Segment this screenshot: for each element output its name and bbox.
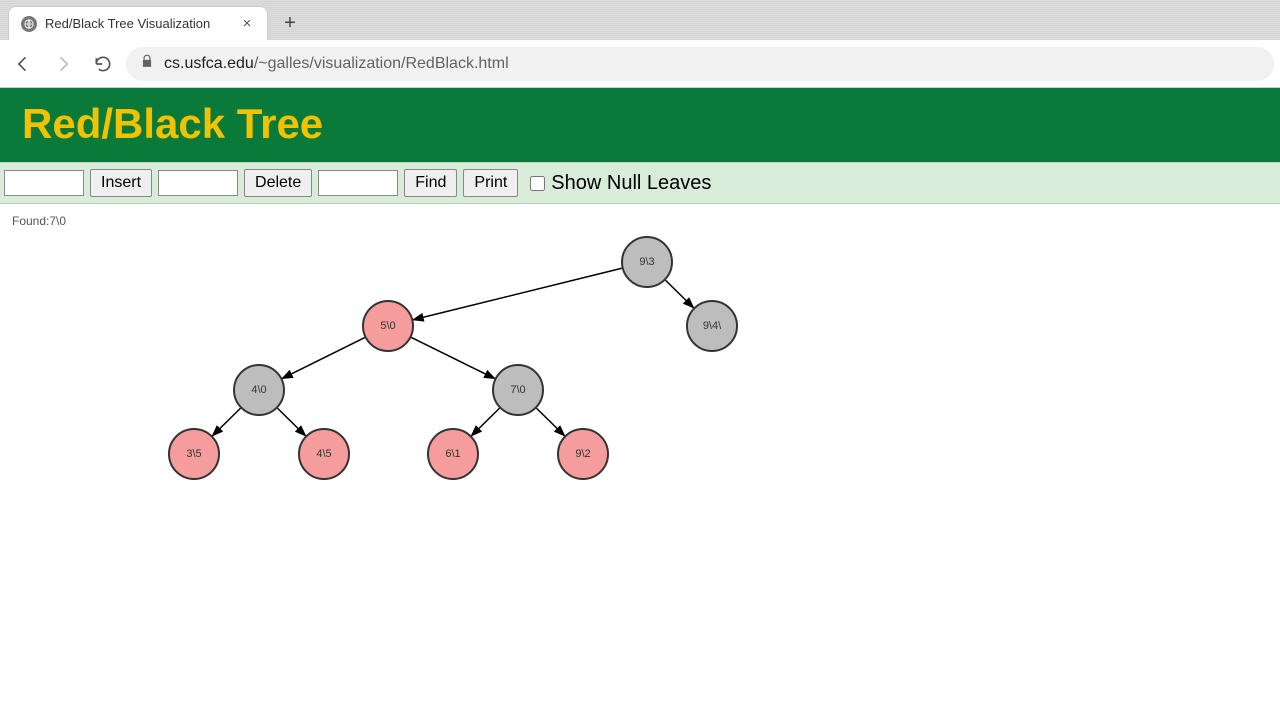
new-tab-button[interactable]: +	[276, 9, 304, 37]
url-text: cs.usfca.edu/~galles/visualization/RedBl…	[164, 55, 509, 73]
browser-tab[interactable]: Red/Black Tree Visualization ×	[8, 6, 268, 40]
close-icon[interactable]: ×	[239, 16, 255, 32]
tree-node: 5\0	[362, 300, 414, 352]
address-bar: cs.usfca.edu/~galles/visualization/RedBl…	[0, 40, 1280, 88]
page-banner: Red/Black Tree	[0, 88, 1280, 162]
browser-chrome: Red/Black Tree Visualization × + cs.usfc…	[0, 0, 1280, 88]
insert-button[interactable]: Insert	[90, 169, 152, 197]
back-button[interactable]	[6, 47, 40, 81]
tree-node: 4\0	[233, 364, 285, 416]
show-null-leaves-label: Show Null Leaves	[551, 172, 711, 195]
delete-button[interactable]: Delete	[244, 169, 312, 197]
tree-node: 3\5	[168, 428, 220, 480]
find-input[interactable]	[318, 170, 398, 196]
find-button[interactable]: Find	[404, 169, 457, 197]
page-title: Red/Black Tree	[22, 100, 1258, 148]
reload-button[interactable]	[86, 47, 120, 81]
tree-node: 4\5	[298, 428, 350, 480]
tab-bar: Red/Black Tree Visualization × +	[0, 0, 1280, 40]
show-null-leaves-toggle[interactable]: Show Null Leaves	[530, 172, 711, 195]
tree-node: 9\4\	[686, 300, 738, 352]
print-button[interactable]: Print	[463, 169, 518, 197]
show-null-leaves-checkbox[interactable]	[530, 176, 545, 191]
tab-title: Red/Black Tree Visualization	[45, 16, 231, 31]
insert-input[interactable]	[4, 170, 84, 196]
tree-node: 9\2	[557, 428, 609, 480]
tree-node: 6\1	[427, 428, 479, 480]
controls-bar: Insert Delete Find Print Show Null Leave…	[0, 162, 1280, 204]
visualization-canvas: Found:7\0 9\35\09\4\4\07\03\54\56\19\2	[0, 204, 1280, 724]
delete-input[interactable]	[158, 170, 238, 196]
forward-button[interactable]	[46, 47, 80, 81]
tree-node: 7\0	[492, 364, 544, 416]
url-field[interactable]: cs.usfca.edu/~galles/visualization/RedBl…	[126, 47, 1274, 81]
globe-icon	[21, 16, 37, 32]
lock-icon	[140, 54, 154, 73]
tree-node: 9\3	[621, 236, 673, 288]
